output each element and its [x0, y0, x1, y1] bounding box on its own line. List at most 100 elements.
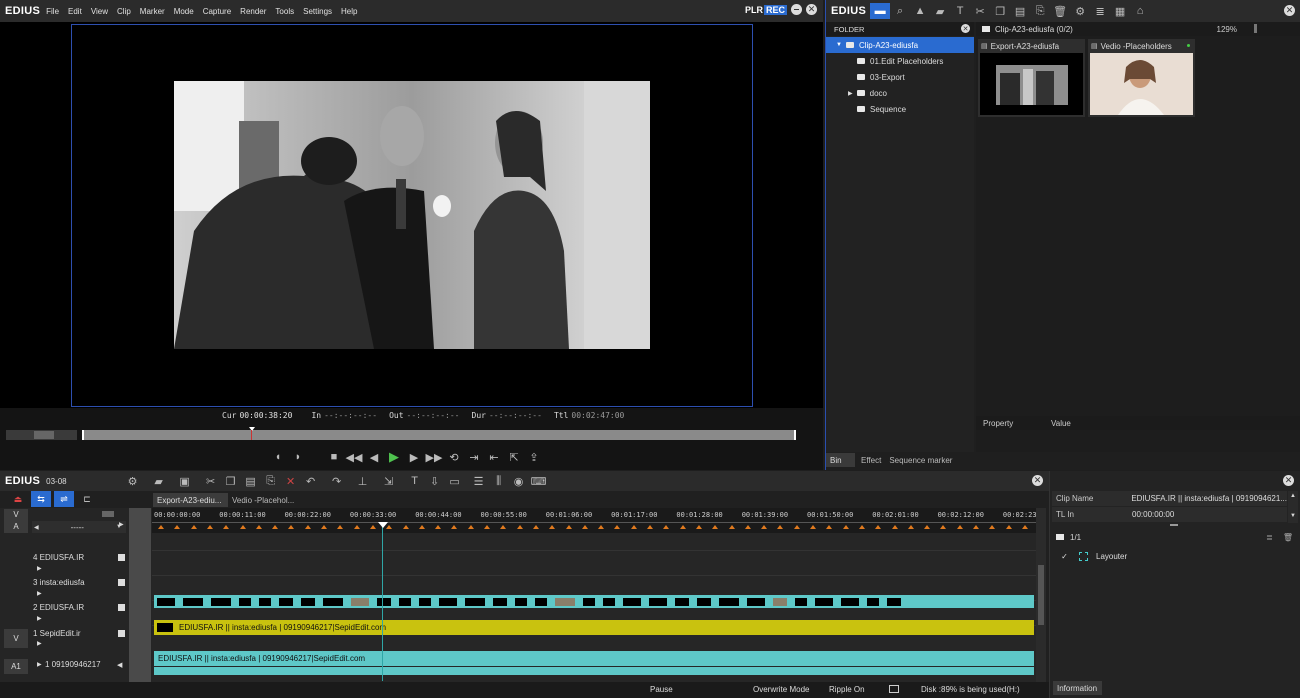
sequence-marker[interactable]	[484, 525, 490, 529]
scrub-position-marker[interactable]	[249, 427, 255, 431]
title-icon[interactable]: T	[405, 473, 425, 489]
sequence-marker[interactable]	[826, 525, 833, 529]
menu-item-help[interactable]: Help	[341, 7, 357, 16]
scrub-bar[interactable]	[82, 427, 796, 440]
rewind-icon[interactable]: ◀◀	[344, 449, 364, 465]
add-to-timeline-icon[interactable]: ⎘	[1030, 3, 1050, 19]
copy-icon[interactable]: ❐	[990, 3, 1010, 19]
replace-icon[interactable]: ⎘	[261, 473, 281, 489]
toolbox-icon[interactable]: ⌂	[1130, 3, 1150, 19]
sequence-marker[interactable]	[695, 525, 702, 529]
sequence-marker[interactable]	[858, 525, 865, 529]
sequence-marker[interactable]	[467, 525, 474, 529]
tree-item-edit-placeholders[interactable]: 01.Edit Placeholders	[826, 53, 974, 69]
audio-mixer-icon[interactable]: ☰	[469, 473, 489, 489]
sequence-marker[interactable]	[907, 525, 914, 529]
clip-thumbnail[interactable]: ▤ Vedio -Placeholders	[1088, 39, 1195, 117]
sequence-marker[interactable]	[777, 525, 784, 529]
overwrite-to-timeline-icon[interactable]: ⇤	[484, 449, 504, 465]
sequence-marker[interactable]	[435, 525, 442, 529]
sequence-marker[interactable]	[793, 525, 800, 529]
folder-view-icon[interactable]: ▬	[870, 3, 891, 19]
sequence-marker[interactable]	[744, 525, 751, 529]
sequence-marker[interactable]	[321, 525, 327, 529]
add-marker-icon[interactable]: ⊥	[353, 473, 373, 489]
sequence-marker[interactable]	[924, 525, 931, 529]
export-icon[interactable]: ⇩	[425, 473, 445, 489]
sequence-marker[interactable]	[418, 525, 425, 529]
redo-icon[interactable]: ↷	[327, 473, 347, 489]
cut-icon[interactable]: ✂	[201, 473, 221, 489]
menu-item-settings[interactable]: Settings	[303, 7, 332, 16]
seq-tab-export[interactable]: Export-A23-ediu...	[153, 493, 228, 507]
sequence-marker[interactable]	[337, 525, 344, 529]
effect-item-layouter[interactable]: ✓ Layouter	[1060, 549, 1127, 563]
sequence-marker[interactable]	[1005, 525, 1012, 529]
stop-icon[interactable]: ■	[324, 449, 344, 465]
sync-lock-icon[interactable]: ⇆	[31, 491, 51, 507]
tree-item-sequence[interactable]: Sequence	[826, 101, 974, 117]
sequence-marker[interactable]	[255, 525, 262, 529]
sequence-marker[interactable]	[532, 525, 539, 529]
open-folder-icon[interactable]: ▰	[930, 3, 950, 19]
sequence-marker[interactable]	[940, 525, 947, 529]
insert-to-timeline-icon[interactable]: ⇥	[464, 449, 484, 465]
sequence-marker[interactable]	[728, 525, 735, 529]
sequence-marker[interactable]	[549, 525, 556, 529]
menu-item-mode[interactable]: Mode	[174, 7, 194, 16]
tab-effect[interactable]: Effect	[857, 453, 885, 467]
seq-tab-vedio[interactable]: Vedio -Placehol...	[228, 493, 303, 507]
plr-mode-button[interactable]: PLR	[745, 5, 763, 15]
sequence-marker[interactable]	[956, 525, 963, 529]
sequence-marker[interactable]	[891, 525, 898, 529]
sequence-marker[interactable]	[288, 525, 295, 529]
sequence-marker[interactable]	[810, 525, 816, 529]
render-icon[interactable]: ▭	[445, 473, 465, 489]
sequence-marker[interactable]	[402, 525, 409, 529]
effect-list-icon[interactable]: ≣	[1266, 533, 1273, 542]
search-icon[interactable]: ⌕	[890, 3, 910, 19]
save-project-icon[interactable]: ▣	[175, 473, 195, 489]
capture-icon[interactable]: ◉	[509, 473, 529, 489]
sequence-marker[interactable]	[272, 525, 279, 529]
grid-view-icon[interactable]: ▦	[1110, 3, 1130, 19]
sequence-marker[interactable]	[174, 525, 181, 529]
sequence-marker[interactable]	[223, 525, 230, 529]
sequence-marker[interactable]	[353, 525, 360, 529]
paste-icon[interactable]: ▤	[1010, 3, 1030, 19]
tab-sequence-marker[interactable]: Sequence marker	[885, 453, 956, 467]
tab-information[interactable]: Information	[1053, 681, 1102, 695]
menu-item-marker[interactable]: Marker	[140, 7, 165, 16]
mixer-icon[interactable]: ⫼	[489, 473, 509, 489]
sequence-marker[interactable]	[598, 525, 605, 529]
track-dropdown[interactable]: -----	[71, 523, 84, 532]
sequence-marker[interactable]	[989, 525, 996, 529]
sequence-marker[interactable]	[158, 525, 164, 529]
clip-a1-audio[interactable]: EDIUSFA.IR || insta:ediusfa | 0919094621…	[154, 651, 1034, 666]
export-icon[interactable]: ⇪	[524, 449, 544, 465]
up-folder-icon[interactable]: ▲	[910, 3, 930, 19]
sequence-marker[interactable]	[190, 525, 197, 529]
add-title-icon[interactable]: T	[950, 3, 970, 19]
insert-mode-icon[interactable]: ⏏	[8, 491, 28, 507]
clip-v1-title[interactable]: EDIUSFA.IR || insta:ediusfa | 0919094621…	[154, 620, 1034, 635]
close-icon[interactable]: ✕	[806, 4, 817, 15]
menu-item-render[interactable]: Render	[240, 7, 266, 16]
menu-item-tools[interactable]: Tools	[275, 7, 294, 16]
timeline-close-icon[interactable]: ✕	[1032, 475, 1043, 486]
sequence-marker[interactable]	[647, 525, 653, 529]
sequence-marker[interactable]	[1021, 525, 1028, 529]
keyboard-icon[interactable]: ⌨	[529, 473, 549, 489]
sequence-marker[interactable]	[516, 525, 523, 529]
checkbox-icon[interactable]: ✓	[1060, 552, 1069, 561]
menu-item-file[interactable]: File	[46, 7, 59, 16]
minimize-icon[interactable]	[791, 4, 802, 15]
play-icon[interactable]: ▶	[384, 449, 404, 465]
sequence-marker[interactable]	[565, 525, 572, 529]
set-in-icon[interactable]: ◖	[268, 449, 288, 465]
effect-delete-icon[interactable]: 🗑	[1283, 533, 1293, 542]
sequence-marker[interactable]	[304, 525, 311, 529]
delete-icon[interactable]: 🗑	[1050, 3, 1070, 19]
copy-icon[interactable]: ❐	[221, 473, 241, 489]
time-ruler[interactable]: 00:00:00:00 00:00:11:00 00:00:22:00 00:00:3…	[152, 508, 1037, 533]
